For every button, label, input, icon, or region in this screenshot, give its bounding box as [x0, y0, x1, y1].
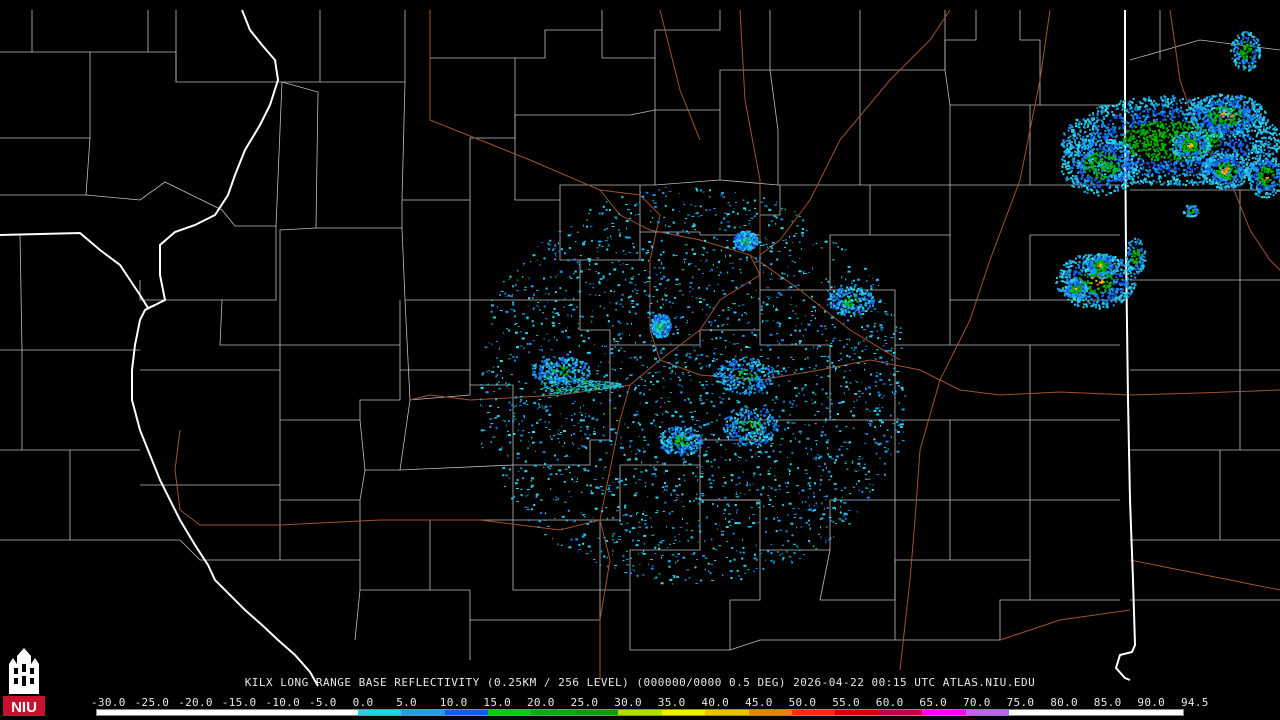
- color-scale-labels: -30.0 -25.0 -20.0 -15.0 -10.0 -5.0 0.0 5.0 10.0 1…: [91, 696, 1208, 709]
- scale-swatch: [922, 710, 966, 715]
- county-boundaries: [0, 10, 1280, 680]
- scale-label: 20.0: [527, 696, 555, 709]
- scale-label: 65.0: [919, 696, 948, 709]
- scale-swatch: [748, 710, 792, 715]
- scale-swatch: [705, 710, 749, 715]
- scale-label: -5.0: [309, 696, 337, 709]
- state-boundaries: [0, 9, 1137, 687]
- scale-swatch: [792, 710, 836, 715]
- scale-swatch: [140, 710, 184, 715]
- scale-swatch: [314, 710, 358, 715]
- scale-label: 10.0: [439, 696, 468, 709]
- scale-swatch: [270, 710, 315, 715]
- scale-swatch: [878, 710, 923, 715]
- scale-label: 94.5: [1181, 696, 1209, 709]
- scale-label: 0.0: [352, 696, 374, 709]
- scale-label: 85.0: [1093, 696, 1122, 709]
- scale-swatch: [1052, 710, 1097, 715]
- scale-label: 5.0: [396, 696, 417, 709]
- scale-swatch: [97, 710, 141, 715]
- scale-label: 15.0: [483, 696, 512, 709]
- product-caption: KILX LONG RANGE BASE REFLECTIVITY (0.25K…: [244, 676, 1036, 689]
- scale-label: 80.0: [1050, 696, 1078, 709]
- scale-swatch: [487, 710, 532, 715]
- scale-swatch: [1009, 710, 1053, 715]
- radar-echoes: [480, 30, 1280, 585]
- scale-label: 70.0: [963, 696, 991, 709]
- scale-swatch: [1096, 710, 1140, 715]
- scale-swatch: [661, 710, 706, 715]
- scale-label: 55.0: [832, 696, 860, 709]
- scale-label: 30.0: [614, 696, 642, 709]
- scale-label: -15.0: [221, 696, 257, 709]
- scale-label: 45.0: [745, 696, 773, 709]
- scale-swatch: [531, 710, 575, 715]
- scale-swatch: [1139, 710, 1183, 715]
- scale-label: 35.0: [657, 696, 686, 709]
- scale-swatch: [183, 710, 228, 715]
- scale-swatch: [357, 710, 402, 715]
- color-scale-bar: [96, 709, 1184, 716]
- scale-label: 40.0: [701, 696, 730, 709]
- niu-tower-logo: NIU: [3, 646, 45, 716]
- scale-label: -30.0: [91, 696, 126, 709]
- scale-swatch: [574, 710, 619, 715]
- scale-swatch: [835, 710, 879, 715]
- scale-swatch: [965, 710, 1010, 715]
- scale-label: -25.0: [134, 696, 170, 709]
- scale-label: 50.0: [788, 696, 817, 709]
- scale-swatch: [618, 710, 662, 715]
- scale-label: 60.0: [875, 696, 904, 709]
- scale-label: 25.0: [570, 696, 599, 709]
- scale-label: 75.0: [1006, 696, 1035, 709]
- scale-swatch: [227, 710, 271, 715]
- scale-label: -10.0: [265, 696, 301, 709]
- scale-label: 90.0: [1137, 696, 1166, 709]
- scale-swatch: [444, 710, 488, 715]
- radar-map: [0, 9, 1280, 687]
- scale-label: -20.0: [178, 696, 213, 709]
- scale-swatch: [401, 710, 445, 715]
